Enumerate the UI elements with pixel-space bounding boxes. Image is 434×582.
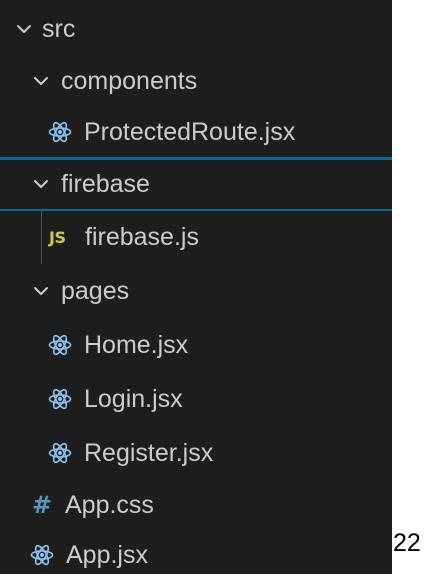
- folder-src-label: src: [42, 14, 76, 43]
- file-login-label: Login.jsx: [84, 384, 183, 413]
- react-icon: [48, 333, 72, 357]
- file-protected-route[interactable]: ProtectedRoute.jsx: [0, 106, 392, 160]
- react-icon: [30, 543, 54, 567]
- folder-src[interactable]: src: [0, 2, 392, 56]
- file-home[interactable]: Home.jsx: [0, 318, 392, 372]
- chevron-down-icon: [27, 67, 55, 95]
- folder-firebase-label: firebase: [61, 169, 150, 198]
- file-app-css[interactable]: # App.css: [0, 478, 392, 532]
- folder-pages-label: pages: [61, 276, 130, 305]
- react-icon: [48, 120, 72, 144]
- folder-pages[interactable]: pages: [0, 264, 392, 318]
- folder-components[interactable]: components: [0, 54, 392, 108]
- file-app-css-label: App.css: [65, 490, 154, 519]
- chevron-down-icon: [27, 170, 55, 198]
- react-icon: [48, 441, 72, 465]
- javascript-icon: JS: [49, 227, 66, 247]
- file-register[interactable]: Register.jsx: [0, 426, 392, 480]
- file-explorer: src components ProtectedRoute.jsx fireba…: [0, 0, 392, 574]
- chevron-down-icon: [10, 15, 38, 43]
- folder-firebase[interactable]: firebase: [0, 157, 392, 211]
- file-register-label: Register.jsx: [84, 438, 214, 467]
- react-icon: [48, 387, 72, 411]
- chevron-down-icon: [27, 277, 55, 305]
- trailing-number: 22: [393, 529, 421, 557]
- folder-components-label: components: [61, 66, 198, 95]
- file-home-label: Home.jsx: [84, 330, 189, 359]
- file-app-jsx-label: App.jsx: [66, 540, 148, 569]
- file-protected-route-label: ProtectedRoute.jsx: [84, 117, 296, 146]
- file-firebase-js[interactable]: JS firebase.js: [0, 210, 392, 264]
- css-icon: #: [31, 491, 53, 519]
- file-firebase-js-label: firebase.js: [85, 222, 199, 251]
- file-login[interactable]: Login.jsx: [0, 372, 392, 426]
